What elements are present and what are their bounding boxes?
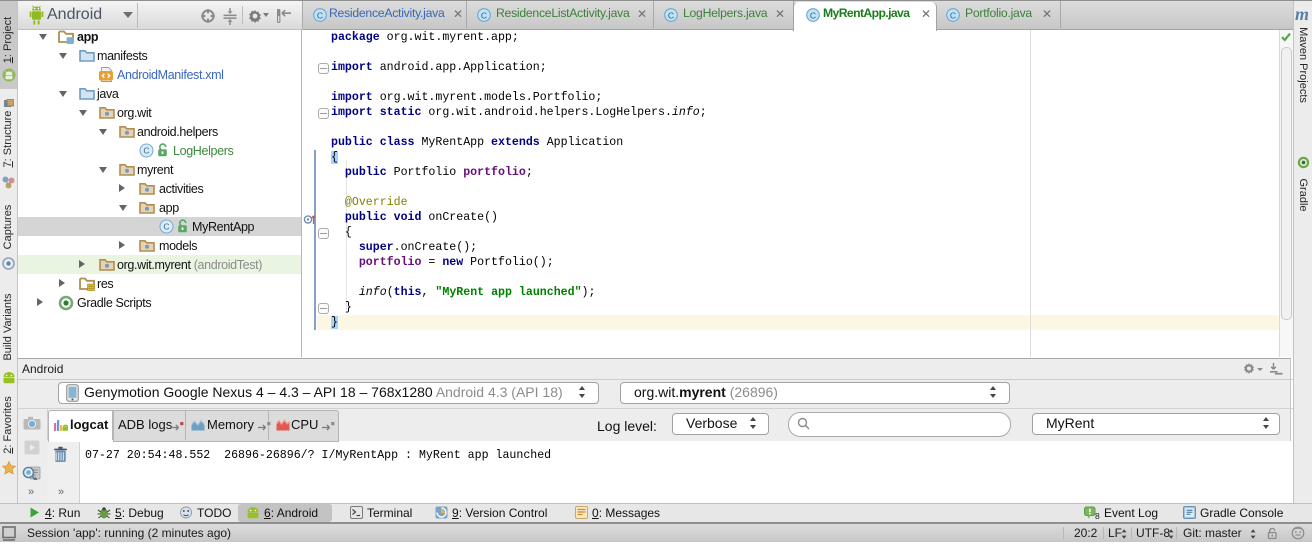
svg-text:C: C (143, 146, 149, 156)
svg-text:C: C (668, 10, 674, 20)
svg-text:C: C (950, 10, 956, 20)
svg-text:8: 8 (1095, 511, 1100, 520)
svg-text:C: C (317, 10, 323, 20)
svg-text:C: C (810, 10, 816, 20)
svg-text:C: C (481, 10, 487, 20)
svg-text:C: C (163, 222, 169, 232)
